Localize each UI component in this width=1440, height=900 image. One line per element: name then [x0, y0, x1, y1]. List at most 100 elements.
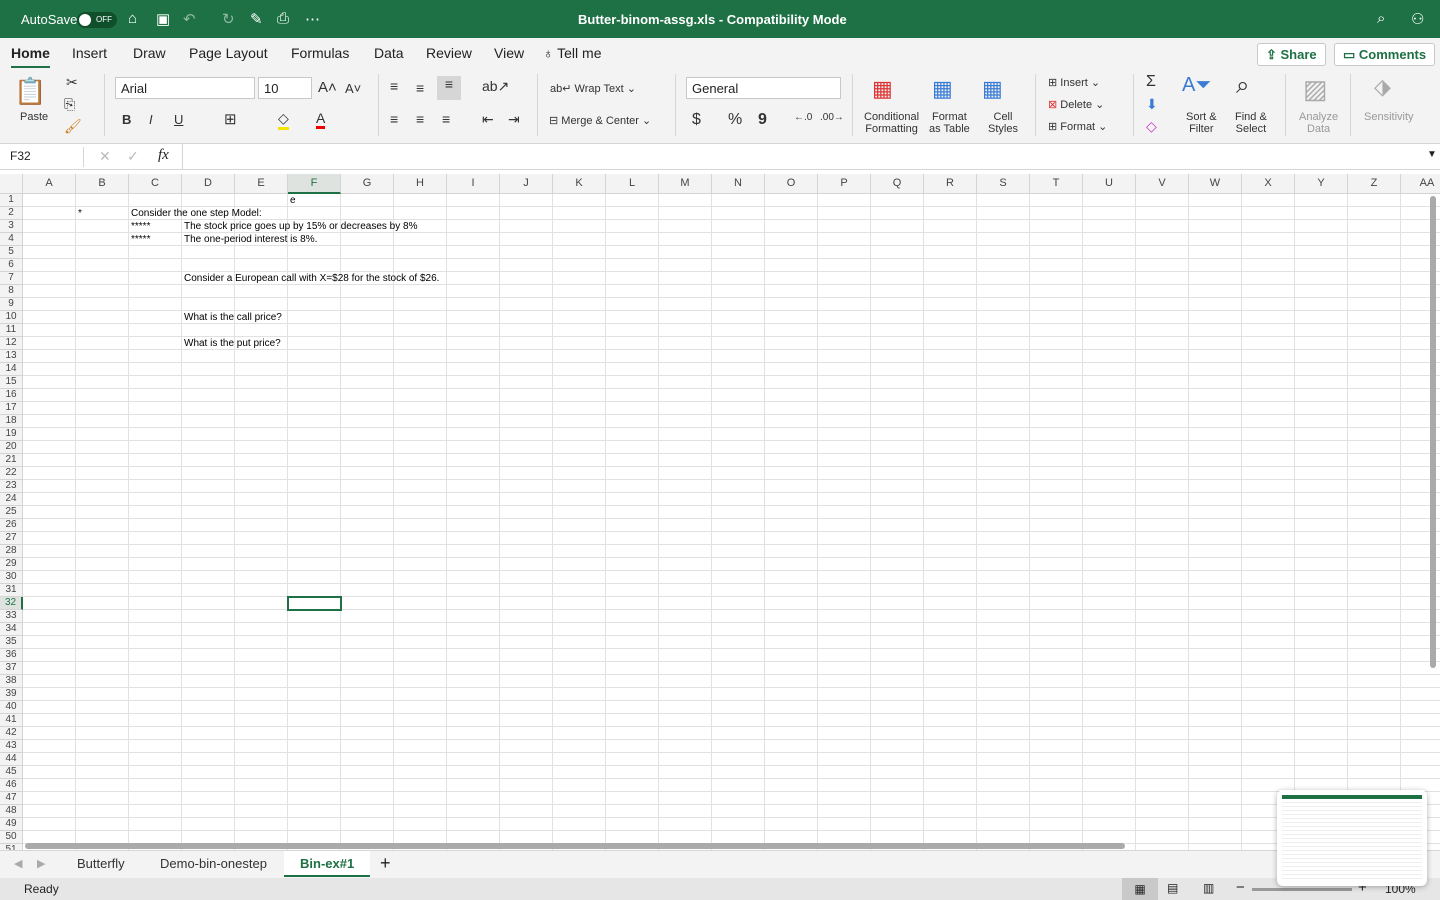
name-box[interactable]: F32	[4, 147, 84, 167]
sensitivity-icon[interactable]: ⬗	[1374, 74, 1391, 100]
merge-center-button[interactable]: ⊟ Merge & Center ⌄	[549, 114, 651, 127]
sort-filter-button[interactable]: Sort & Filter	[1186, 111, 1217, 135]
find-select-button[interactable]: Find & Select	[1235, 111, 1267, 135]
row-header[interactable]: 39	[0, 688, 23, 701]
row-header[interactable]: 40	[0, 701, 23, 714]
increase-indent-icon[interactable]: ⇥	[508, 111, 520, 128]
row-header[interactable]: 1	[0, 194, 23, 207]
tab-formulas[interactable]: Formulas	[291, 45, 349, 61]
row-header[interactable]: 35	[0, 636, 23, 649]
more-icon[interactable]: ⋯	[305, 10, 320, 28]
sheet-tab-demo-bin-onestep[interactable]: Demo-bin-onestep	[144, 851, 283, 877]
spreadsheet-grid[interactable]: A B C D E F G H I J K L M N O P Q R S T U V W X Y Z AA 1 2 3 4 5 6 7 8 9 10 1…	[0, 174, 1440, 850]
align-top-icon[interactable]: ≡	[390, 78, 398, 94]
wrap-text-button[interactable]: ab↵ Wrap Text ⌄	[550, 82, 636, 95]
row-header[interactable]: 49	[0, 818, 23, 831]
column-header[interactable]: B	[76, 174, 129, 194]
row-header[interactable]: 32	[0, 597, 23, 610]
comma-button[interactable]: 9	[758, 111, 767, 129]
redo-icon[interactable]: ↻	[222, 10, 235, 28]
find-select-icon[interactable]: ⌕	[1236, 72, 1249, 100]
format-as-table-button[interactable]: Format as Table	[929, 111, 970, 135]
column-header[interactable]: O	[765, 174, 818, 194]
cell-styles-icon[interactable]: ▦	[982, 76, 1003, 102]
row-header[interactable]: 22	[0, 467, 23, 480]
home-icon[interactable]: ⌂	[128, 10, 137, 27]
cell-C4[interactable]: *****	[129, 233, 150, 246]
column-header[interactable]: U	[1083, 174, 1136, 194]
cell-D12[interactable]: What is the put price?	[182, 337, 281, 350]
row-header[interactable]: 3	[0, 220, 23, 233]
bold-button[interactable]: B	[122, 112, 131, 127]
percent-button[interactable]: %	[728, 111, 742, 129]
font-size-dropdown[interactable]: 10	[258, 77, 312, 99]
column-header[interactable]: D	[182, 174, 235, 194]
column-header[interactable]: T	[1030, 174, 1083, 194]
expand-formula-icon[interactable]: ▼	[1427, 149, 1437, 160]
row-header[interactable]: 9	[0, 298, 23, 311]
row-header[interactable]: 11	[0, 324, 23, 337]
fx-icon[interactable]: fx	[158, 147, 169, 164]
print-icon[interactable]: ⎙	[277, 10, 289, 27]
row-header[interactable]: 47	[0, 792, 23, 805]
paste-label[interactable]: Paste	[20, 111, 48, 123]
row-header[interactable]: 8	[0, 285, 23, 298]
row-header[interactable]: 28	[0, 545, 23, 558]
column-header[interactable]: M	[659, 174, 712, 194]
row-header[interactable]: 44	[0, 753, 23, 766]
align-right-icon[interactable]: ≡	[442, 111, 450, 127]
decrease-indent-icon[interactable]: ⇤	[482, 111, 494, 128]
sort-filter-icon[interactable]: A⏷	[1182, 74, 1211, 97]
row-header[interactable]: 20	[0, 441, 23, 454]
cell-D7[interactable]: Consider a European call with X=$28 for …	[182, 272, 439, 285]
cell-C2[interactable]: Consider the one step Model:	[129, 207, 262, 220]
cell-styles-button[interactable]: Cell Styles	[988, 111, 1018, 135]
column-header[interactable]: N	[712, 174, 765, 194]
tab-home[interactable]: Home	[11, 45, 50, 69]
horizontal-scrollbar[interactable]	[25, 843, 1125, 849]
decrease-decimal-icon[interactable]: .00→	[820, 112, 844, 123]
paste-icon[interactable]: 📋	[14, 76, 46, 107]
tab-draw[interactable]: Draw	[133, 45, 166, 61]
column-header[interactable]: AA	[1401, 174, 1440, 194]
align-middle-icon[interactable]: ≡	[416, 80, 424, 96]
conditional-formatting-button[interactable]: Conditional Formatting	[864, 111, 919, 135]
column-header[interactable]: F	[288, 174, 341, 194]
row-header[interactable]: 42	[0, 727, 23, 740]
tab-tell-me[interactable]: ♁ Tell me	[543, 45, 602, 61]
row-header[interactable]: 19	[0, 428, 23, 441]
row-header[interactable]: 46	[0, 779, 23, 792]
row-header[interactable]: 30	[0, 571, 23, 584]
vertical-scrollbar[interactable]	[1430, 196, 1436, 668]
row-header[interactable]: 21	[0, 454, 23, 467]
clear-icon[interactable]: ◇	[1146, 118, 1157, 135]
tab-review[interactable]: Review	[426, 45, 472, 61]
column-header[interactable]: V	[1136, 174, 1189, 194]
next-sheet-icon[interactable]: ▶	[37, 857, 45, 870]
active-cell-selection[interactable]	[287, 596, 342, 611]
column-header[interactable]: A	[23, 174, 76, 194]
column-header[interactable]: E	[235, 174, 288, 194]
insert-cells-button[interactable]: ⊞ Insert ⌄	[1048, 76, 1100, 89]
copy-icon[interactable]: ⎘	[64, 96, 75, 113]
save-icon[interactable]: ▣	[156, 10, 170, 28]
row-header[interactable]: 2	[0, 207, 23, 220]
tab-page-layout[interactable]: Page Layout	[189, 45, 268, 61]
page-layout-view-icon[interactable]: ▤	[1167, 881, 1178, 895]
currency-button[interactable]: $	[692, 111, 701, 129]
row-header[interactable]: 16	[0, 389, 23, 402]
column-header[interactable]: G	[341, 174, 394, 194]
column-header[interactable]: X	[1242, 174, 1295, 194]
row-header[interactable]: 12	[0, 337, 23, 350]
column-header[interactable]: I	[447, 174, 500, 194]
align-bottom-icon[interactable]: ≡	[437, 76, 461, 100]
row-header[interactable]: 50	[0, 831, 23, 844]
delete-cells-button[interactable]: ⊠ Delete ⌄	[1048, 98, 1104, 111]
sheet-tab-bin-ex1[interactable]: Bin-ex#1	[284, 851, 371, 877]
column-header[interactable]: J	[500, 174, 553, 194]
fill-icon[interactable]: ⬇	[1146, 96, 1158, 113]
row-header[interactable]: 33	[0, 610, 23, 623]
font-name-dropdown[interactable]: Arial	[115, 77, 255, 99]
format-as-table-icon[interactable]: ▦	[932, 76, 953, 102]
fill-color-icon[interactable]: ◇	[278, 110, 289, 130]
